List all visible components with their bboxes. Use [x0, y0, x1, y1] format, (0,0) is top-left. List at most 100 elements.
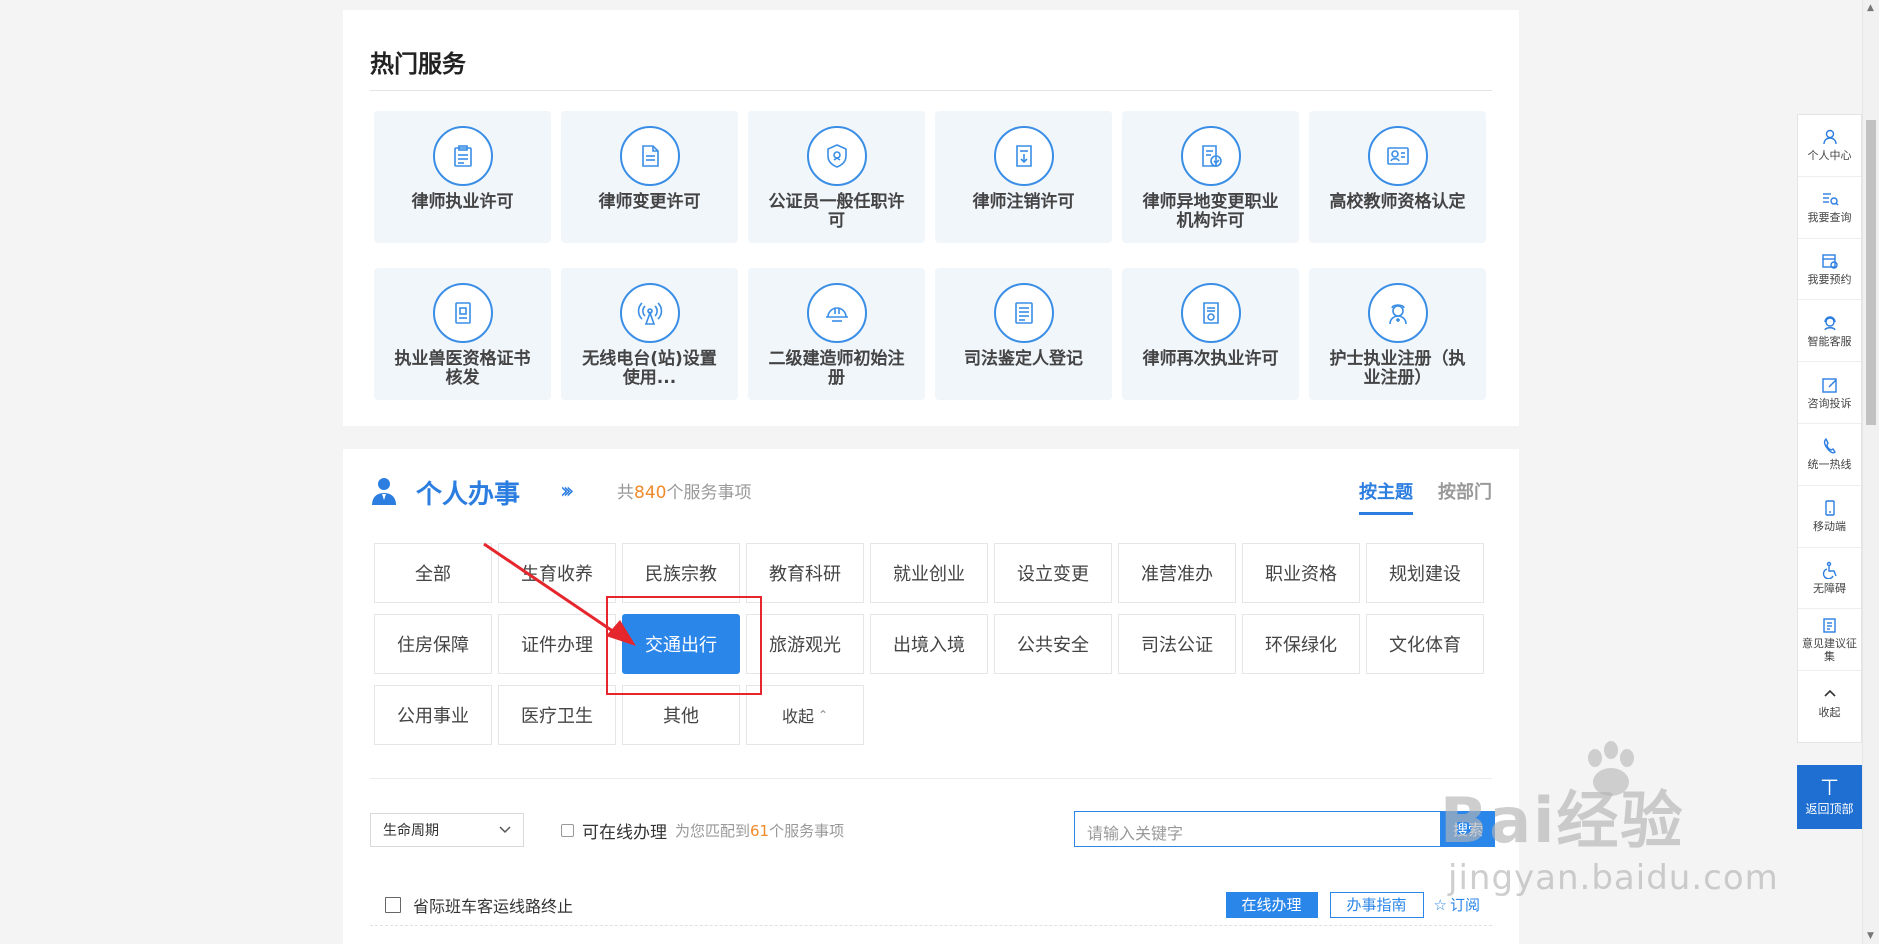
tab-by-theme[interactable]: 按主题 — [1359, 478, 1413, 515]
hot-service-label: 公证员一般任职许可 — [768, 192, 905, 231]
back-to-top-button[interactable]: ⊤ 返回顶部 — [1797, 765, 1862, 829]
count-number: 840 — [634, 483, 667, 503]
guide-button[interactable]: 办事指南 — [1329, 891, 1424, 918]
watermark-url: jingyan.baidu.com — [1448, 858, 1779, 898]
sidebar-item-feedback[interactable]: 意见建议征集 — [1798, 609, 1861, 672]
match-suffix: 个服务事项 — [769, 822, 845, 840]
sidebar-item-personal-center[interactable]: 个人中心 — [1798, 115, 1861, 177]
nurse-icon — [1367, 283, 1428, 343]
service-item-title[interactable]: 省际班车客运线路终止 — [413, 893, 1226, 917]
collapse-categories-button[interactable]: 收起 ⌃ — [746, 685, 864, 745]
category-item[interactable]: 医疗卫生 — [498, 685, 616, 745]
category-item[interactable]: 规划建设 — [1366, 543, 1484, 603]
document-check-icon — [1180, 126, 1241, 186]
category-item[interactable]: 出境入境 — [870, 614, 988, 674]
double-chevron-icon: ››› — [560, 479, 575, 504]
hot-service-card[interactable]: 律师注销许可 — [935, 111, 1112, 243]
service-count: 共840个服务事项 — [617, 478, 751, 503]
sidebar-item-label: 意见建议征集 — [1802, 637, 1857, 664]
category-item[interactable]: 文化体育 — [1366, 614, 1484, 674]
sidebar-item-label: 个人中心 — [1807, 149, 1852, 163]
document-seal-icon — [1180, 283, 1241, 343]
select-value: 生命周期 — [383, 823, 439, 839]
category-item[interactable]: 公用事业 — [374, 685, 492, 745]
hot-service-card[interactable]: 执业兽医资格证书核发 — [374, 268, 551, 400]
hot-service-card[interactable]: 律师再次执业许可 — [1122, 268, 1299, 400]
hot-service-card[interactable]: 司法鉴定人登记 — [935, 268, 1112, 400]
hot-service-label: 二级建造师初始注册 — [768, 349, 905, 388]
online-filter: 可在线办理 为您匹配到61个服务事项 — [561, 818, 844, 843]
certificate-icon — [432, 283, 493, 343]
edit-icon — [1821, 377, 1837, 393]
category-item[interactable]: 环保绿化 — [1242, 614, 1360, 674]
count-prefix: 共 — [617, 483, 634, 503]
phone-icon — [1823, 438, 1836, 454]
sidebar-item-label: 咨询投诉 — [1807, 396, 1852, 410]
category-item[interactable]: 教育科研 — [746, 543, 864, 603]
match-prefix: 为您匹配到 — [675, 822, 751, 840]
hot-service-label: 律师再次执业许可 — [1142, 349, 1279, 369]
hot-service-label: 无线电台(站)设置使用... — [582, 349, 717, 388]
online-checkbox[interactable] — [561, 824, 574, 837]
register-book-icon — [993, 283, 1054, 343]
calendar-icon — [1821, 254, 1838, 269]
sidebar-item-accessibility[interactable]: 无障碍 — [1798, 548, 1861, 610]
hot-service-label: 律师注销许可 — [972, 192, 1075, 212]
personal-affairs-title: 个人办事 — [416, 480, 521, 510]
chevron-up-icon: ⌃ — [817, 708, 829, 722]
category-item[interactable]: 准营准办 — [1118, 543, 1236, 603]
shield-badge-icon — [806, 126, 867, 186]
sidebar-item-hotline[interactable]: 统一热线 — [1798, 424, 1861, 486]
category-item[interactable]: 旅游观光 — [746, 614, 864, 674]
category-item[interactable]: 设立变更 — [994, 543, 1112, 603]
baidu-jingyan-watermark: Bai经验 jingyan.baidu.com — [1440, 740, 1780, 900]
online-label: 可在线办理 — [582, 823, 667, 843]
category-item[interactable]: 公共安全 — [994, 614, 1112, 674]
scroll-down-arrow-icon[interactable]: ▼ — [1867, 931, 1874, 941]
hot-service-card[interactable]: 律师变更许可 — [561, 111, 738, 243]
online-handle-button[interactable]: 在线办理 — [1225, 891, 1318, 918]
chevron-up-icon — [1823, 689, 1836, 697]
sidebar-item-query[interactable]: 我要查询 — [1798, 177, 1861, 239]
hot-service-label: 执业兽医资格证书核发 — [394, 349, 531, 388]
hot-service-card[interactable]: 二级建造师初始注册 — [748, 268, 925, 400]
service-item-row: 省际班车客运线路终止 在线办理 办事指南 ☆ 订阅 — [370, 884, 1492, 926]
divider — [370, 778, 1492, 779]
sidebar-item-mobile[interactable]: 移动端 — [1798, 486, 1861, 548]
hot-service-label: 司法鉴定人登记 — [964, 349, 1083, 369]
tab-by-department[interactable]: 按部门 — [1438, 478, 1492, 504]
category-item[interactable]: 职业资格 — [1242, 543, 1360, 603]
hard-hat-icon — [806, 283, 867, 343]
hot-service-card[interactable]: 无线电台(站)设置使用... — [561, 268, 738, 400]
sidebar-item-label: 统一热线 — [1807, 458, 1852, 472]
keyword-search-input[interactable]: 请输入关键字 — [1074, 811, 1441, 847]
hot-service-card[interactable]: 公证员一般任职许可 — [748, 111, 925, 243]
category-item[interactable]: 就业创业 — [870, 543, 988, 603]
match-count: 61 — [750, 822, 770, 840]
sidebar-collapse[interactable]: 收起 — [1798, 671, 1861, 733]
watermark-brand: Bai经验 — [1440, 784, 1685, 857]
document-download-icon — [993, 126, 1054, 186]
radio-tower-icon — [619, 283, 680, 343]
page-scrollbar[interactable]: ▲ ▼ — [1862, 0, 1879, 944]
hot-services-panel: 热门服务 律师执业许可 律师变更许可 公证员一般任职许可 律师注销许可 律师异地… — [343, 10, 1519, 426]
scroll-up-arrow-icon[interactable]: ▲ — [1867, 3, 1874, 13]
sidebar-item-customer-service[interactable]: 智能客服 — [1798, 300, 1861, 363]
category-item[interactable]: 住房保障 — [374, 614, 492, 674]
category-all[interactable]: 全部 — [374, 543, 492, 603]
scroll-thumb[interactable] — [1866, 120, 1876, 425]
hot-service-card[interactable]: 护士执业注册（执业注册） — [1309, 268, 1486, 400]
hot-service-card[interactable]: 律师异地变更职业机构许可 — [1122, 111, 1299, 243]
hot-service-card[interactable]: 律师执业许可 — [374, 111, 551, 243]
sidebar-item-appointment[interactable]: 我要预约 — [1798, 239, 1861, 301]
lifecycle-select[interactable]: 生命周期 — [370, 813, 524, 847]
sidebar-item-label: 智能客服 — [1807, 334, 1852, 348]
hot-service-label: 高校教师资格认定 — [1329, 192, 1466, 212]
feedback-icon — [1822, 618, 1836, 633]
hot-service-card[interactable]: 高校教师资格认定 — [1309, 111, 1486, 243]
sidebar-item-consult[interactable]: 咨询投诉 — [1798, 362, 1861, 424]
category-item[interactable]: 司法公证 — [1118, 614, 1236, 674]
document-edit-icon — [619, 126, 680, 186]
personal-affairs-panel: 个人办事 ››› 共840个服务事项 按主题 按部门 全部 生育收养 民族宗教 … — [343, 449, 1519, 944]
hot-service-label: 律师变更许可 — [598, 192, 701, 212]
